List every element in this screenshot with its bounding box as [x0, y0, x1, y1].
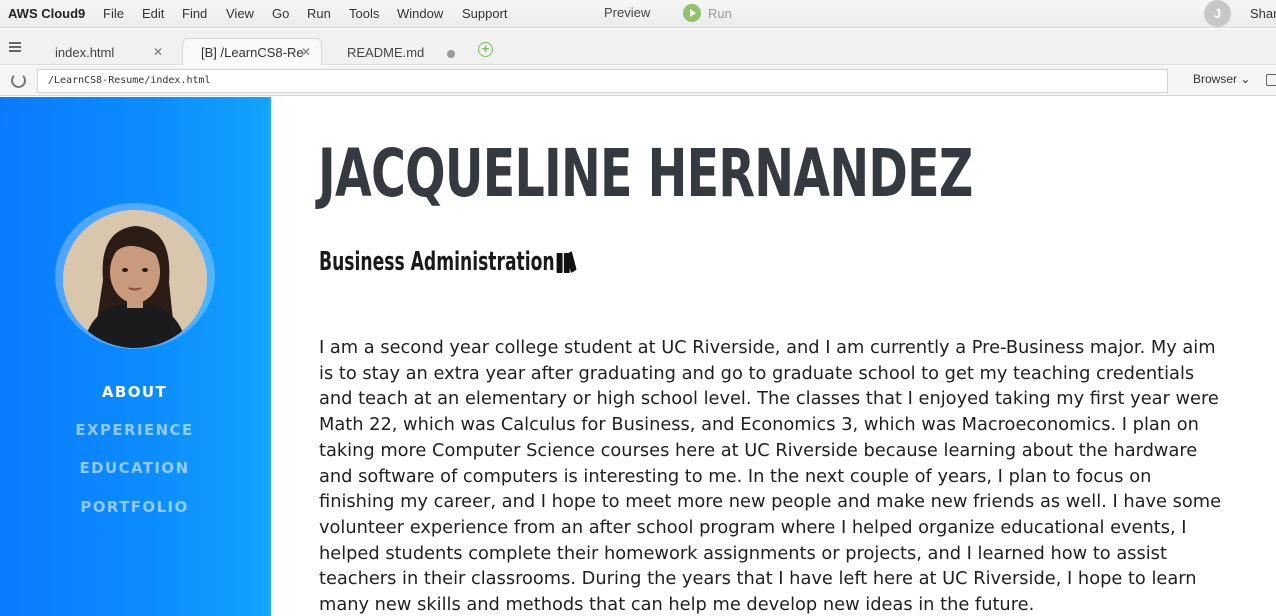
- add-tab-icon[interactable]: +: [478, 42, 493, 57]
- menu-tools[interactable]: Tools: [349, 6, 379, 21]
- browser-select-label: Browser: [1193, 72, 1238, 86]
- tab-index-html[interactable]: index.html ✕: [36, 38, 174, 65]
- menu-window[interactable]: Window: [397, 6, 443, 21]
- nav-experience[interactable]: EXPERIENCE: [0, 421, 269, 439]
- menu-go[interactable]: Go: [272, 6, 289, 21]
- run-label: Run: [708, 5, 732, 21]
- resume-sidebar: ABOUT EXPERIENCE EDUCATION PORTFOLIO: [0, 97, 273, 616]
- user-name[interactable]: Shar: [1250, 6, 1276, 21]
- editor-tabbar: index.html ✕ [B] /LearnCS8-Re ✕ README.m…: [0, 29, 1276, 65]
- tab-label: README.md: [347, 45, 425, 60]
- tab-browser-preview[interactable]: [B] /LearnCS8-Re ✕: [182, 38, 322, 65]
- menu-view[interactable]: View: [226, 6, 254, 21]
- preview-button[interactable]: Preview: [604, 5, 650, 20]
- page-subtitle: Business Administration: [319, 247, 577, 277]
- browser-addressbar: /LearnCS8-Resume/index.html Browser ⌄: [0, 66, 1276, 96]
- resume-main: JACQUELINE HERNANDEZ Business Administra…: [271, 97, 1276, 616]
- profile-photo: [63, 210, 207, 348]
- unsaved-dot-icon[interactable]: [447, 50, 455, 58]
- tab-readme[interactable]: README.md: [328, 38, 468, 65]
- play-icon: [683, 4, 701, 22]
- tab-label: [B] /LearnCS8-Re: [201, 45, 304, 60]
- books-icon: [556, 251, 577, 273]
- nav-portfolio[interactable]: PORTFOLIO: [0, 498, 269, 516]
- tab-label: index.html: [55, 45, 115, 60]
- menu-find[interactable]: Find: [182, 6, 207, 21]
- close-icon[interactable]: ✕: [153, 45, 163, 59]
- nav-education[interactable]: EDUCATION: [0, 459, 269, 477]
- user-avatar[interactable]: J: [1204, 0, 1231, 27]
- menu-file[interactable]: File: [103, 6, 124, 21]
- popout-icon[interactable]: [1266, 74, 1276, 86]
- url-input[interactable]: /LearnCS8-Resume/index.html: [37, 69, 1168, 93]
- tab-list-icon[interactable]: [9, 42, 21, 52]
- browser-select[interactable]: Browser ⌄: [1193, 72, 1250, 86]
- nav-about[interactable]: ABOUT: [0, 383, 269, 401]
- reload-icon[interactable]: [11, 73, 26, 88]
- cloud9-brand[interactable]: AWS Cloud9: [8, 6, 85, 21]
- about-bio: I am a second year college student at UC…: [319, 337, 1222, 616]
- page-title: JACQUELINE HERNANDEZ: [318, 135, 973, 212]
- subtitle-text: Business Administration: [319, 247, 555, 277]
- menu-support[interactable]: Support: [462, 6, 508, 21]
- ide-menubar: AWS Cloud9 File Edit Find View Go Run To…: [0, 0, 1276, 28]
- run-button[interactable]: Run: [683, 4, 732, 22]
- close-icon[interactable]: ✕: [301, 45, 311, 59]
- profile-portrait-image: [63, 210, 207, 348]
- menu-edit[interactable]: Edit: [142, 6, 164, 21]
- menu-run[interactable]: Run: [307, 6, 331, 21]
